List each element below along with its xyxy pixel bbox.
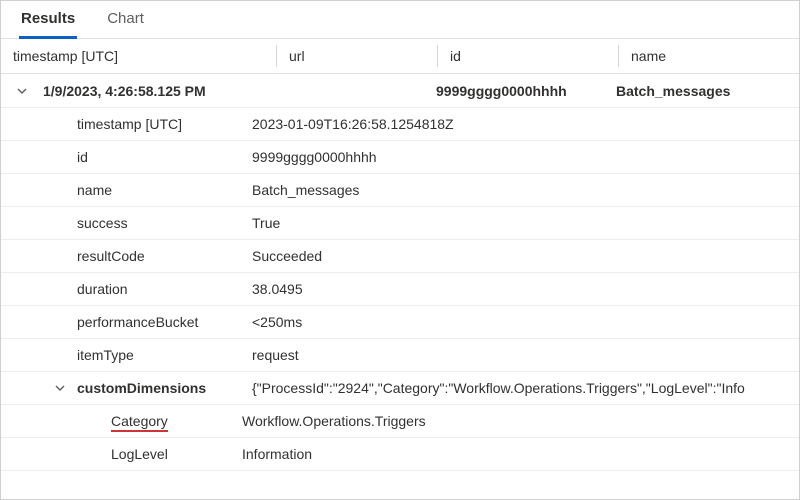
column-header-id[interactable]: id <box>438 48 618 64</box>
detail-key: resultCode <box>77 248 252 264</box>
column-header-timestamp[interactable]: timestamp [UTC] <box>1 48 276 64</box>
detail-row-itemtype: itemType request <box>1 339 799 372</box>
chevron-down-icon[interactable] <box>54 382 66 394</box>
subdetail-row-category: Category Workflow.Operations.Triggers <box>1 405 799 438</box>
detail-value: True <box>252 215 799 231</box>
subdetail-value: Information <box>242 446 799 462</box>
subdetail-value: Workflow.Operations.Triggers <box>242 413 799 429</box>
row-id: 9999gggg0000hhhh <box>436 83 616 99</box>
detail-value: 38.0495 <box>252 281 799 297</box>
detail-key: duration <box>77 281 252 297</box>
column-header-row: timestamp [UTC] url id name <box>1 39 799 74</box>
detail-row-duration: duration 38.0495 <box>1 273 799 306</box>
subdetail-key: LogLevel <box>111 446 242 462</box>
detail-value: request <box>252 347 799 363</box>
column-header-url[interactable]: url <box>277 48 437 64</box>
subdetail-key: Category <box>111 413 242 429</box>
detail-key: success <box>77 215 252 231</box>
detail-row-performancebucket: performanceBucket <250ms <box>1 306 799 339</box>
detail-row-success: success True <box>1 207 799 240</box>
detail-row-customdimensions[interactable]: customDimensions {"ProcessId":"2924","Ca… <box>1 372 799 405</box>
detail-value: {"ProcessId":"2924","Category":"Workflow… <box>252 380 799 396</box>
detail-row-name: name Batch_messages <box>1 174 799 207</box>
category-highlight: Category <box>111 413 168 432</box>
row-timestamp: 1/9/2023, 4:26:58.125 PM <box>43 83 276 99</box>
detail-value: <250ms <box>252 314 799 330</box>
column-header-name[interactable]: name <box>619 48 799 64</box>
tab-results[interactable]: Results <box>19 10 77 39</box>
tab-chart[interactable]: Chart <box>105 10 146 39</box>
detail-key: name <box>77 182 252 198</box>
detail-key: timestamp [UTC] <box>77 116 252 132</box>
detail-row-timestamp: timestamp [UTC] 2023-01-09T16:26:58.1254… <box>1 108 799 141</box>
detail-row-id: id 9999gggg0000hhhh <box>1 141 799 174</box>
detail-row-resultcode: resultCode Succeeded <box>1 240 799 273</box>
result-row[interactable]: 1/9/2023, 4:26:58.125 PM 9999gggg0000hhh… <box>1 74 799 108</box>
detail-value: 2023-01-09T16:26:58.1254818Z <box>252 116 799 132</box>
chevron-down-icon[interactable] <box>16 85 28 97</box>
row-name: Batch_messages <box>616 83 799 99</box>
detail-value: 9999gggg0000hhhh <box>252 149 799 165</box>
subdetail-row-loglevel: LogLevel Information <box>1 438 799 471</box>
tabs: Results Chart <box>1 1 799 39</box>
detail-value: Succeeded <box>252 248 799 264</box>
detail-key: itemType <box>77 347 252 363</box>
detail-key: id <box>77 149 252 165</box>
detail-value: Batch_messages <box>252 182 799 198</box>
detail-key: customDimensions <box>77 380 252 396</box>
detail-key: performanceBucket <box>77 314 252 330</box>
